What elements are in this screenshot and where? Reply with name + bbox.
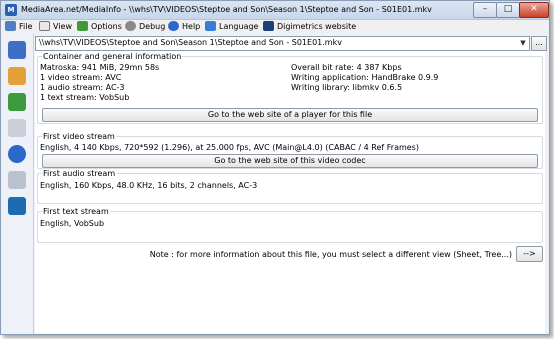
export-button[interactable] bbox=[5, 90, 29, 114]
general-line: 1 video stream: AVC bbox=[40, 73, 122, 82]
menu-file[interactable]: File bbox=[5, 21, 32, 33]
menu-language[interactable]: Language bbox=[205, 21, 258, 33]
menu-website-label: Digimetrics website bbox=[277, 22, 357, 31]
file-icon bbox=[5, 21, 16, 31]
general-line: Writing library: libmkv 0.6.5 bbox=[291, 83, 403, 92]
menu-debug[interactable]: Debug bbox=[125, 21, 165, 33]
video-info: English, 4 140 Kbps, 720*592 (1.296), at… bbox=[40, 143, 419, 152]
find-icon bbox=[8, 119, 26, 137]
menu-help[interactable]: Help bbox=[168, 21, 200, 33]
options-icon bbox=[77, 21, 88, 31]
report-button[interactable] bbox=[5, 168, 29, 192]
mediainfo-logo-icon bbox=[8, 197, 26, 215]
open-file-icon bbox=[8, 41, 26, 59]
menu-help-label: Help bbox=[182, 22, 201, 31]
minimize-button[interactable]: – bbox=[473, 2, 497, 18]
menu-debug-label: Debug bbox=[139, 22, 166, 31]
menu-options-label: Options bbox=[91, 22, 122, 31]
maximize-button[interactable]: □ bbox=[496, 2, 520, 18]
file-path-value: \\whs\TV\VIDEOS\Steptoe and Son\Season 1… bbox=[39, 38, 342, 47]
text-section: First text stream English, VobSub bbox=[37, 207, 543, 243]
video-section: First video stream English, 4 140 Kbps, … bbox=[37, 132, 543, 169]
sidebar bbox=[1, 34, 34, 334]
player-website-button[interactable]: Go to the web site of a player for this … bbox=[42, 108, 538, 122]
view-icon bbox=[39, 21, 50, 31]
text-info: English, VobSub bbox=[40, 219, 105, 228]
general-line: 1 audio stream: AC-3 bbox=[40, 83, 125, 92]
find-button[interactable] bbox=[5, 116, 29, 140]
language-icon bbox=[205, 21, 216, 31]
close-button[interactable]: ✕ bbox=[519, 2, 549, 18]
about-icon bbox=[8, 145, 26, 163]
about-button[interactable] bbox=[5, 142, 29, 166]
open-folder-button[interactable] bbox=[5, 64, 29, 88]
debug-icon bbox=[125, 21, 136, 31]
audio-section: First audio stream English, 160 Kbps, 48… bbox=[37, 169, 543, 204]
mediainfo-logo-button[interactable] bbox=[5, 194, 29, 218]
report-icon bbox=[8, 171, 26, 189]
mediainfo-window: M MediaArea.net/MediaInfo - \\whs\TV\VID… bbox=[0, 0, 550, 335]
file-path-dropdown[interactable]: \\whs\TV\VIDEOS\Steptoe and Son\Season 1… bbox=[35, 36, 530, 51]
window-title: MediaArea.net/MediaInfo - \\whs\TV\VIDEO… bbox=[21, 5, 432, 14]
export-icon bbox=[8, 93, 26, 111]
chevron-down-icon[interactable]: ▼ bbox=[518, 38, 528, 49]
menu-language-label: Language bbox=[219, 22, 259, 31]
audio-info: English, 160 Kbps, 48.0 KHz, 16 bits, 2 … bbox=[40, 181, 258, 190]
help-icon bbox=[168, 21, 179, 31]
menu-bar: File View Options Debug Help Language Di… bbox=[1, 20, 549, 34]
video-codec-website-button[interactable]: Go to the web site of this video codec bbox=[42, 154, 538, 168]
general-line: 1 text stream: VobSub bbox=[40, 93, 130, 102]
menu-website[interactable]: Digimetrics website bbox=[263, 21, 356, 33]
video-section-title: First video stream bbox=[42, 132, 116, 141]
menu-view[interactable]: View bbox=[39, 21, 72, 33]
general-line: Overall bit rate: 4 387 Kbps bbox=[291, 63, 402, 72]
open-file-button[interactable] bbox=[5, 38, 29, 62]
audio-section-title: First audio stream bbox=[42, 169, 117, 178]
website-icon bbox=[263, 21, 274, 31]
title-bar[interactable]: M MediaArea.net/MediaInfo - \\whs\TV\VID… bbox=[1, 1, 549, 20]
menu-file-label: File bbox=[19, 22, 33, 31]
menu-view-label: View bbox=[53, 22, 72, 31]
mediainfo-icon: M bbox=[5, 4, 17, 16]
basic-info-panel: Container and general information Matros… bbox=[35, 51, 545, 333]
general-section-title: Container and general information bbox=[42, 52, 183, 61]
browse-button[interactable]: ... bbox=[531, 36, 547, 51]
open-folder-icon bbox=[8, 67, 26, 85]
change-view-button[interactable]: --> bbox=[516, 246, 543, 262]
menu-options[interactable]: Options bbox=[77, 21, 122, 33]
general-section: Container and general information Matros… bbox=[37, 52, 543, 124]
text-section-title: First text stream bbox=[42, 207, 110, 216]
general-line: Matroska: 941 MiB, 29mn 58s bbox=[40, 63, 160, 72]
view-note: Note : for more information about this f… bbox=[149, 250, 512, 259]
general-line: Writing application: HandBrake 0.9.9 bbox=[291, 73, 439, 82]
